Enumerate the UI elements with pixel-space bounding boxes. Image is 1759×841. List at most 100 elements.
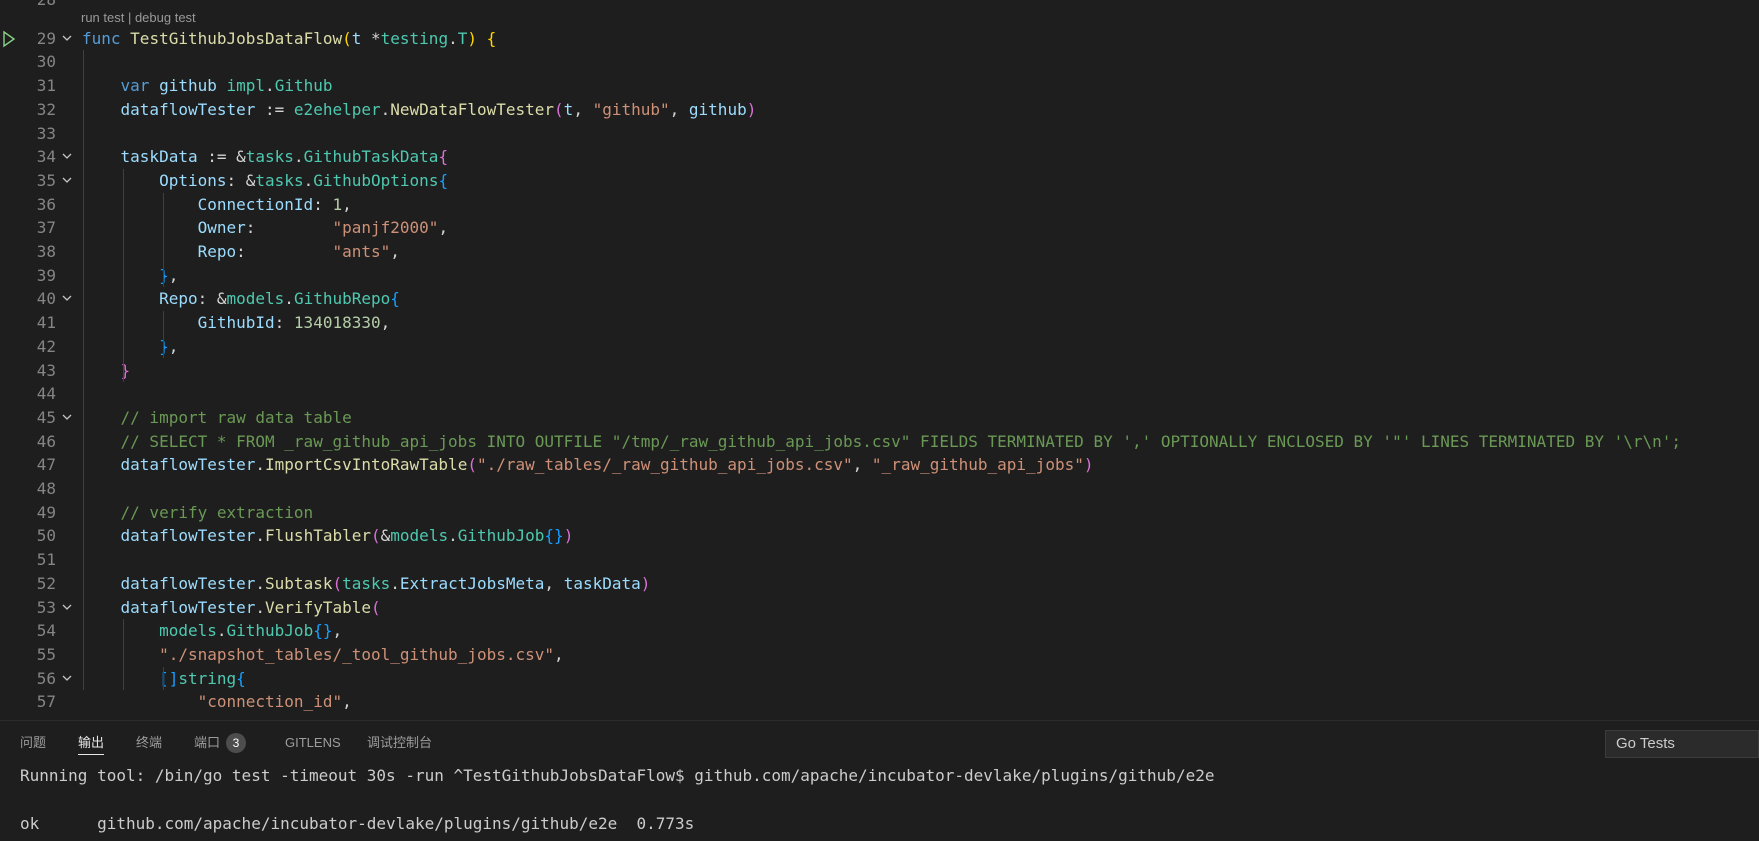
code-token: tasks <box>255 170 304 190</box>
line-number: 49 <box>36 502 56 522</box>
code-token: * <box>361 28 381 48</box>
code-line[interactable]: func TestGithubJobsDataFlow(t *testing.T… <box>82 27 496 51</box>
code-token: ( <box>342 28 352 48</box>
code-token: string <box>178 668 237 688</box>
code-line[interactable]: dataflowTester.Subtask(tasks.ExtractJobs… <box>82 572 651 596</box>
count-badge: 3 <box>226 733 247 753</box>
code-token: "connection_id" <box>197 692 343 712</box>
line-number: 47 <box>36 455 56 475</box>
panel-tab[interactable]: 输出 <box>78 733 105 755</box>
codelens-run-debug[interactable]: run test | debug test <box>81 10 196 25</box>
code-token: impl <box>226 76 266 96</box>
line-number: 35 <box>36 170 56 190</box>
run-test-arrow-icon[interactable] <box>2 27 16 51</box>
code-token: Repo <box>197 242 237 261</box>
bottom-panel: 问题 输出 终端 端口 3 GITLENS 调试控制台 Go Tests Running t… <box>0 720 1759 841</box>
indent-guide <box>163 192 164 288</box>
code-line[interactable]: dataflowTester.FlushTabler(&models.Githu… <box>82 524 574 548</box>
chevron-down-icon[interactable] <box>60 287 74 311</box>
line-number: 31 <box>36 76 56 96</box>
code-line[interactable]: models.GithubJob{}, <box>82 619 342 643</box>
line-number: 30 <box>36 52 56 72</box>
code-token: taskData <box>563 573 641 593</box>
panel-tab[interactable]: 问题 <box>20 733 46 755</box>
code-token: ( <box>371 526 381 546</box>
indent-guide <box>163 311 164 359</box>
code-token: "panjf2000" <box>332 218 439 238</box>
line-number: 55 <box>36 644 56 664</box>
indent-guide <box>123 619 124 691</box>
code-line[interactable]: Repo: "ants", <box>82 240 400 264</box>
code-token: Repo <box>159 289 198 309</box>
output-channel-select[interactable]: Go Tests <box>1605 730 1759 758</box>
code-token: [] <box>159 668 179 688</box>
code-token: . <box>265 76 275 96</box>
code-line[interactable]: dataflowTester := e2ehelper.NewDataFlowT… <box>82 98 757 122</box>
code-line[interactable]: Options: &tasks.GithubOptions{ <box>82 169 448 193</box>
code-line[interactable]: "./snapshot_tables/_tool_github_jobs.csv… <box>82 643 564 667</box>
code-token: . <box>255 597 266 617</box>
code-token: ) <box>467 28 477 48</box>
code-token: . <box>255 526 266 546</box>
code-line[interactable]: // verify extraction <box>82 501 314 525</box>
code-line[interactable]: "connection_id", <box>82 690 352 714</box>
panel-tab[interactable]: 终端 <box>136 733 162 755</box>
chevron-down-icon[interactable] <box>60 27 74 51</box>
code-line[interactable]: Owner: "panjf2000", <box>82 216 448 240</box>
line-number: 32 <box>36 99 56 119</box>
code-token: t <box>563 99 574 119</box>
code-line[interactable]: taskData := &tasks.GithubTaskData{ <box>82 145 449 169</box>
line-number: 50 <box>36 526 56 546</box>
code-token: . <box>216 621 227 641</box>
code-token: , <box>342 194 352 214</box>
code-editor[interactable]: 2829303132333435363738394041424344454647… <box>0 0 1759 720</box>
code-token: . <box>284 289 294 309</box>
chevron-down-icon[interactable] <box>60 169 74 193</box>
code-token: ) <box>640 573 651 593</box>
code-line[interactable]: Repo: &models.GithubRepo{ <box>82 287 400 311</box>
code-token: 134018330 <box>293 313 381 333</box>
code-line[interactable]: dataflowTester.VerifyTable( <box>82 596 381 620</box>
code-token: : <box>245 218 333 238</box>
code-line[interactable]: var github impl.Github <box>82 74 333 98</box>
panel-tab[interactable]: 调试控制台 <box>367 733 432 755</box>
chevron-down-icon[interactable] <box>60 596 74 620</box>
line-number: 56 <box>36 668 56 688</box>
panel-tab[interactable]: GITLENS <box>285 733 341 755</box>
code-token: , <box>332 621 343 641</box>
chevron-down-icon[interactable] <box>60 406 74 430</box>
code-token: . <box>293 147 304 167</box>
code-token: , <box>168 265 179 285</box>
code-token: . <box>390 573 400 593</box>
code-line[interactable]: // import raw data table <box>82 406 352 430</box>
code-line[interactable]: // SELECT * FROM _raw_github_api_jobs IN… <box>82 430 1682 454</box>
indent-guide <box>123 168 124 383</box>
code-token: dataflowTester <box>120 573 256 593</box>
code-token: , <box>544 573 564 593</box>
code-token: FlushTabler <box>265 526 371 546</box>
code-line[interactable]: GithubId: 134018330, <box>82 311 391 335</box>
chevron-down-icon[interactable] <box>60 145 74 169</box>
code-token: github <box>688 99 747 119</box>
panel-tab-label: 输出 <box>78 735 105 750</box>
panel-tab[interactable]: 端口 3 <box>194 733 247 755</box>
code-token: ( <box>371 597 381 617</box>
chevron-down-icon[interactable] <box>60 667 74 691</box>
code-token: : & <box>226 170 256 190</box>
code-token: models <box>159 621 217 641</box>
code-token: VerifyTable <box>265 597 371 617</box>
code-token: , <box>380 313 391 333</box>
code-token: : & <box>197 289 227 309</box>
code-line[interactable]: dataflowTester.ImportCsvIntoRawTable("./… <box>82 453 1094 477</box>
code-token: models <box>390 526 449 546</box>
